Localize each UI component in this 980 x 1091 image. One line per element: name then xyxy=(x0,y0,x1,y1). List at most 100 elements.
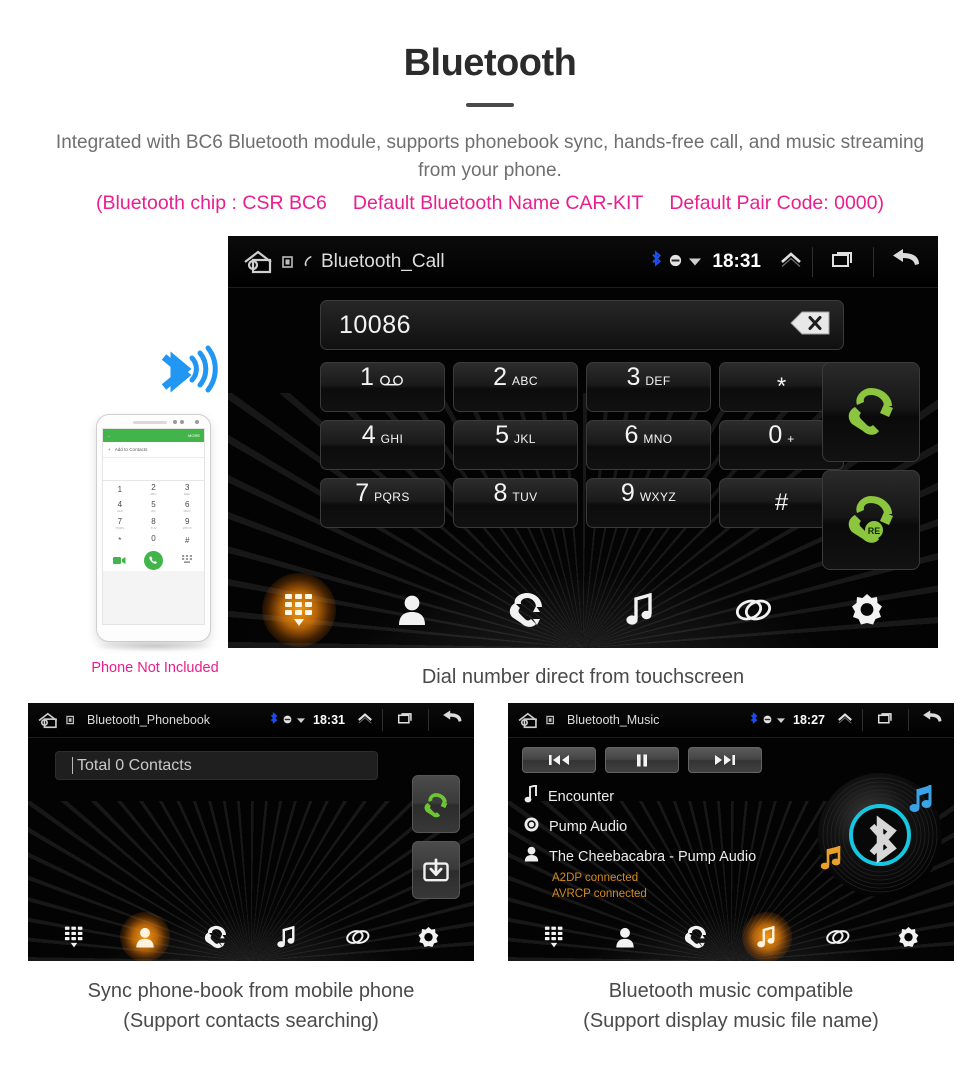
music-caption-line2: (Support display music file name) xyxy=(583,1010,879,1032)
download-contacts-button[interactable] xyxy=(412,841,460,899)
expand-up-icon[interactable] xyxy=(778,249,804,275)
dialer-area: 10086 1 2 ABC 3 DEF * 4 GHI 5 JKL 6 MNO 0 + xyxy=(228,288,938,572)
bluetooth-phonebook-screen: Bluetooth_Phonebook 18:31 Total 0 Contac… xyxy=(28,703,474,961)
phonebook-caption-line1: Sync phone-book from mobile phone xyxy=(87,980,415,1002)
nav-settings[interactable] xyxy=(884,917,934,957)
nav-music[interactable] xyxy=(262,917,312,957)
phone-shadow xyxy=(94,640,214,652)
key-4[interactable]: 4 GHI xyxy=(320,420,445,470)
phone-speaker-grille xyxy=(133,421,167,424)
expand-up-icon[interactable] xyxy=(836,711,854,730)
key-2[interactable]: 2 ABC xyxy=(453,362,578,412)
nav-call-log[interactable] xyxy=(191,917,241,957)
nav-call-log[interactable] xyxy=(489,580,563,640)
expand-up-icon[interactable] xyxy=(356,711,374,730)
phone-videocall-icon xyxy=(103,556,137,565)
phone-key: 7 PQRS xyxy=(115,517,125,530)
nav-music[interactable] xyxy=(603,580,677,640)
nav-contacts[interactable] xyxy=(120,917,170,957)
recent-apps-icon[interactable] xyxy=(829,249,857,275)
backspace-icon[interactable] xyxy=(777,309,831,342)
main-nav-bar[interactable] xyxy=(228,572,938,648)
nav-settings[interactable] xyxy=(404,917,454,957)
phone-call-button xyxy=(137,550,171,570)
main-status-bar: Bluetooth_Call 18:31 xyxy=(228,236,938,288)
music-caption: Bluetooth music compatible (Support disp… xyxy=(508,976,954,1036)
key-3[interactable]: 3 DEF xyxy=(586,362,711,412)
phone-sensor-dot xyxy=(173,420,177,424)
nav-call-log[interactable] xyxy=(671,917,721,957)
nav-settings[interactable] xyxy=(830,580,904,640)
nav-contacts[interactable] xyxy=(600,917,650,957)
key-8[interactable]: 8 TUV xyxy=(453,478,578,528)
music-nav-bar[interactable] xyxy=(508,913,954,961)
key-letters: + xyxy=(787,432,795,446)
main-clock: 18:31 xyxy=(712,250,761,272)
back-icon[interactable] xyxy=(441,709,465,731)
spec-line: (Bluetooth chip : CSR BC6 Default Bluetoo… xyxy=(0,192,980,215)
track-title-row: Encounter xyxy=(524,784,756,808)
music-transport-controls[interactable] xyxy=(522,747,762,773)
phonebook-nav-bar[interactable] xyxy=(28,913,474,961)
nav-pairing[interactable] xyxy=(813,917,863,957)
nav-pairing[interactable] xyxy=(716,580,790,640)
key-digit: 3 xyxy=(626,363,641,391)
nav-music[interactable] xyxy=(742,917,792,957)
phone-add-contacts-label: Add to Contacts xyxy=(114,447,148,452)
call-button[interactable] xyxy=(822,362,920,462)
next-track-button[interactable] xyxy=(688,747,762,773)
redial-button[interactable]: RE xyxy=(822,470,920,570)
key-6[interactable]: 6 MNO xyxy=(586,420,711,470)
home-icon[interactable] xyxy=(242,248,276,276)
key-1[interactable]: 1 xyxy=(320,362,445,412)
phone-key: # xyxy=(184,536,190,545)
previous-icon xyxy=(549,755,569,765)
phone-handset-icon xyxy=(300,253,315,271)
home-icon[interactable] xyxy=(517,711,540,730)
phone-key: * xyxy=(118,536,122,545)
phonebook-call-button[interactable] xyxy=(412,775,460,833)
contacts-search-input[interactable]: Total 0 Contacts xyxy=(55,751,378,780)
track-album: Pump Audio xyxy=(549,819,628,835)
key-digit: 2 xyxy=(493,363,508,391)
key-digit: 0 xyxy=(768,421,783,449)
key-letters: PQRS xyxy=(374,490,410,504)
pause-button[interactable] xyxy=(605,747,679,773)
vinyl-record-art xyxy=(810,765,950,905)
back-icon[interactable] xyxy=(921,709,945,731)
home-icon[interactable] xyxy=(37,711,60,730)
phonebook-screen-title: Bluetooth_Phonebook xyxy=(87,713,211,727)
download-icon xyxy=(423,858,449,882)
back-icon[interactable] xyxy=(890,247,924,277)
main-screen-title: Bluetooth_Call xyxy=(321,250,445,272)
music-screen-title: Bluetooth_Music xyxy=(567,713,660,727)
page-subtitle: Integrated with BC6 Bluetooth module, su… xyxy=(55,132,925,181)
nav-dialpad[interactable] xyxy=(262,580,336,640)
nav-dialpad[interactable] xyxy=(49,917,99,957)
bluetooth-wave-icon xyxy=(152,342,218,409)
dialed-number-field[interactable]: 10086 xyxy=(320,300,844,350)
key-digit: 7 xyxy=(355,479,370,507)
previous-track-button[interactable] xyxy=(522,747,596,773)
key-letters: GHI xyxy=(380,432,404,446)
phonebook-caption: Sync phone-book from mobile phone (Suppo… xyxy=(28,976,474,1036)
track-artist: The Cheebacabra - Pump Audio xyxy=(549,848,757,865)
nav-contacts[interactable] xyxy=(375,580,449,640)
key-9[interactable]: 9 WXYZ xyxy=(586,478,711,528)
phonebook-status-bar: Bluetooth_Phonebook 18:31 xyxy=(28,703,474,738)
spec-bluetooth-name: Default Bluetooth Name CAR-KIT xyxy=(352,192,644,215)
key-letters: DEF xyxy=(645,374,671,388)
bluetooth-status-icon xyxy=(270,711,278,729)
key-digit: 6 xyxy=(624,421,639,449)
phone-keypad: 1 2 ABC 3 DEF 4 GHI 5 JKL 6 MNO 7 PQRS 8 TUV 9W… xyxy=(103,481,204,549)
dialer-keypad[interactable]: 1 2 ABC 3 DEF * 4 GHI 5 JKL 6 MNO 0 + 7 PQRS 8T… xyxy=(320,362,844,528)
key-7[interactable]: 7 PQRS xyxy=(320,478,445,528)
nav-pairing[interactable] xyxy=(333,917,383,957)
recent-apps-icon[interactable] xyxy=(876,711,895,730)
recent-apps-icon[interactable] xyxy=(396,711,415,730)
phone-keypad-toggle-icon xyxy=(170,555,204,565)
nav-dialpad[interactable] xyxy=(529,917,579,957)
key-5[interactable]: 5 JKL xyxy=(453,420,578,470)
storage-status-icon xyxy=(669,251,682,273)
sim-card-icon xyxy=(66,715,75,725)
